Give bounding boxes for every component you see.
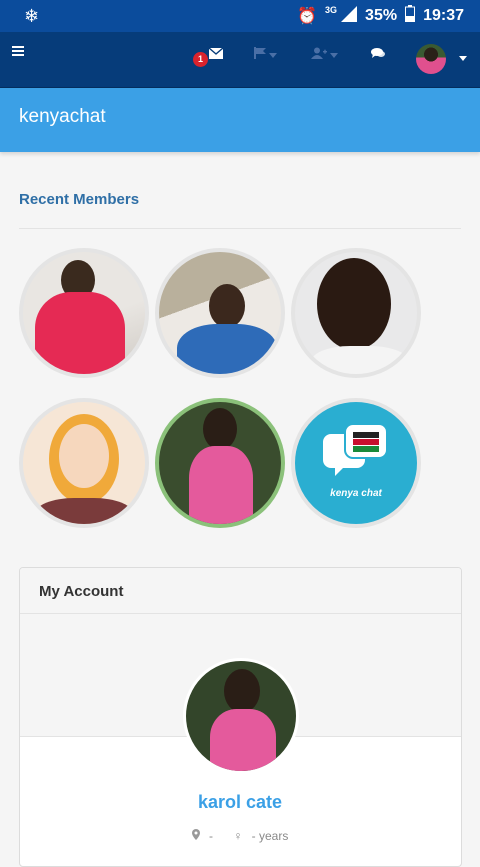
top-navbar xyxy=(0,32,480,88)
battery-icon xyxy=(405,5,416,27)
flag-dropdown-icon[interactable] xyxy=(254,46,277,63)
member-avatar[interactable] xyxy=(19,248,149,378)
card-title: My Account xyxy=(20,568,461,614)
kenyachat-logo-icon xyxy=(323,423,388,476)
chat-icon[interactable] xyxy=(371,46,385,63)
messages-badge: 1 xyxy=(193,52,208,67)
kenyachat-logo-avatar[interactable]: kenya chat xyxy=(291,398,421,528)
app-title: kenyachat xyxy=(0,88,480,152)
signal-icon xyxy=(341,5,358,27)
female-icon: ♀ xyxy=(233,829,243,843)
profile-name[interactable]: karol cate xyxy=(0,792,480,813)
alarm-icon: ⏰ xyxy=(297,8,318,25)
battery-percent: 35% xyxy=(365,7,398,24)
profile-picture[interactable] xyxy=(183,658,299,774)
snowflake-icon: ❄ xyxy=(24,5,40,26)
envelope-icon[interactable] xyxy=(208,46,224,63)
clock: 19:37 xyxy=(423,7,464,24)
member-avatar[interactable] xyxy=(19,398,149,528)
profile-meta: - ♀ - years xyxy=(0,829,480,843)
recent-members-title: Recent Members xyxy=(19,191,140,208)
member-avatar[interactable] xyxy=(155,398,285,528)
chevron-down-icon[interactable] xyxy=(459,56,467,61)
member-avatar[interactable] xyxy=(155,248,285,378)
add-user-dropdown-icon[interactable] xyxy=(311,46,338,63)
member-avatar[interactable] xyxy=(291,248,421,378)
divider xyxy=(19,228,461,229)
menu-icon[interactable] xyxy=(12,44,24,58)
map-marker-icon xyxy=(191,829,203,843)
location-value: - xyxy=(208,829,213,843)
age-value: - years xyxy=(251,829,289,843)
logo-text: kenya chat xyxy=(330,488,382,499)
status-bar: ❄ ⏰ 3G 35% 19:37 xyxy=(0,0,480,32)
user-avatar[interactable] xyxy=(416,44,446,74)
network-type: 3G xyxy=(325,5,338,15)
